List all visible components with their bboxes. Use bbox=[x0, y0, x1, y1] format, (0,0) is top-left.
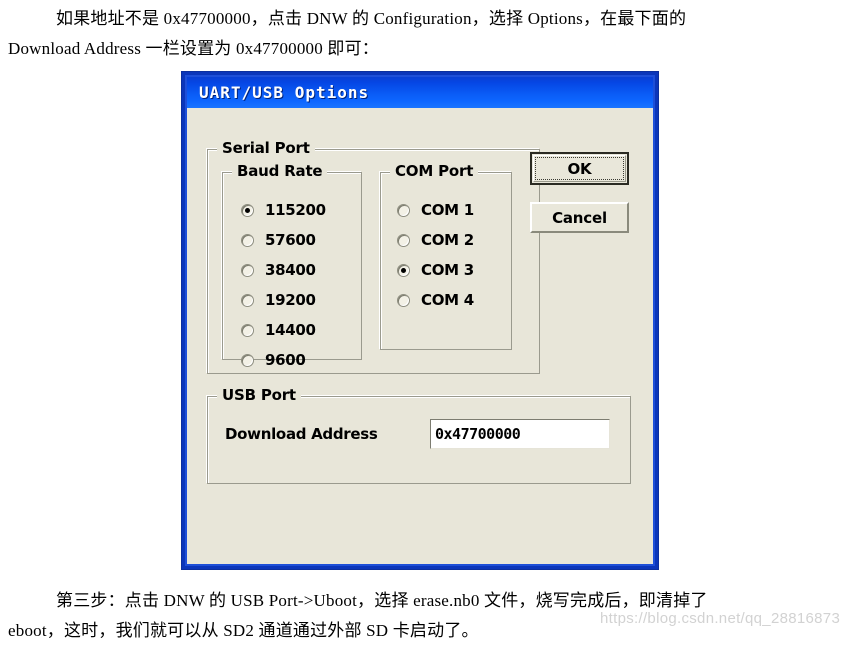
radio-baud-38400[interactable]: 38400 bbox=[241, 259, 316, 281]
paragraph-above-line-1: 如果地址不是 0x47700000，点击 DNW 的 Configuration… bbox=[56, 9, 687, 28]
radio-baud-115200[interactable]: 115200 bbox=[241, 199, 326, 221]
cancel-button-label: Cancel bbox=[552, 208, 607, 227]
radio-label: 9600 bbox=[265, 351, 306, 369]
baud-rate-group: Baud Rate 115200 57600 38400 19200 14400… bbox=[222, 162, 362, 369]
radio-label: COM 2 bbox=[421, 231, 474, 249]
radio-label: COM 1 bbox=[421, 201, 474, 219]
dialog-title: UART/USB Options bbox=[199, 83, 370, 102]
radio-indicator-icon bbox=[397, 293, 410, 307]
paragraph-above-dialog: 如果地址不是 0x47700000，点击 DNW 的 Configuration… bbox=[0, 4, 844, 64]
radio-com-2[interactable]: COM 2 bbox=[397, 229, 474, 251]
radio-indicator-icon bbox=[397, 263, 410, 277]
dialog-client-area: Serial Port Baud Rate 115200 57600 38400 bbox=[187, 108, 653, 564]
radio-indicator-icon bbox=[241, 263, 254, 277]
paragraph-above-line-2: Download Address 一栏设置为 0x47700000 即可： bbox=[8, 39, 379, 58]
cancel-button[interactable]: Cancel bbox=[530, 202, 629, 233]
radio-label: 115200 bbox=[265, 201, 326, 219]
usb-port-legend: USB Port bbox=[217, 386, 301, 404]
radio-label: COM 4 bbox=[421, 291, 474, 309]
radio-label: 19200 bbox=[265, 291, 316, 309]
com-port-legend: COM Port bbox=[390, 162, 479, 180]
radio-com-1[interactable]: COM 1 bbox=[397, 199, 474, 221]
csdn-watermark: https://blog.csdn.net/qq_28816873 bbox=[600, 610, 841, 627]
radio-label: 14400 bbox=[265, 321, 316, 339]
radio-indicator-icon bbox=[241, 323, 254, 337]
download-address-input[interactable]: 0x47700000 bbox=[430, 419, 610, 449]
radio-label: COM 3 bbox=[421, 261, 474, 279]
serial-port-legend: Serial Port bbox=[217, 139, 315, 157]
radio-indicator-icon bbox=[241, 233, 254, 247]
radio-label: 57600 bbox=[265, 231, 316, 249]
serial-port-group: Serial Port Baud Rate 115200 57600 38400 bbox=[207, 139, 540, 374]
radio-indicator-icon bbox=[241, 293, 254, 307]
radio-indicator-icon bbox=[397, 233, 410, 247]
radio-com-4[interactable]: COM 4 bbox=[397, 289, 474, 311]
com-port-group: COM Port COM 1 COM 2 COM 3 COM 4 bbox=[380, 162, 512, 350]
radio-baud-9600[interactable]: 9600 bbox=[241, 349, 306, 371]
usb-port-group: USB Port Download Address 0x47700000 bbox=[207, 386, 631, 484]
radio-indicator-icon bbox=[241, 353, 254, 367]
ok-button[interactable]: OK bbox=[530, 152, 629, 185]
radio-indicator-icon bbox=[397, 203, 410, 217]
baud-rate-legend: Baud Rate bbox=[232, 162, 328, 180]
radio-baud-19200[interactable]: 19200 bbox=[241, 289, 316, 311]
radio-indicator-icon bbox=[241, 203, 254, 217]
dialog-titlebar[interactable]: UART/USB Options bbox=[187, 77, 653, 108]
radio-label: 38400 bbox=[265, 261, 316, 279]
ok-button-face: OK bbox=[533, 155, 626, 182]
ok-button-label: OK bbox=[567, 159, 592, 178]
download-address-label: Download Address bbox=[225, 425, 378, 443]
radio-baud-14400[interactable]: 14400 bbox=[241, 319, 316, 341]
radio-baud-57600[interactable]: 57600 bbox=[241, 229, 316, 251]
radio-com-3[interactable]: COM 3 bbox=[397, 259, 474, 281]
uart-usb-options-dialog[interactable]: UART/USB Options Serial Port Baud Rate 1… bbox=[182, 72, 658, 569]
download-address-value: 0x47700000 bbox=[435, 425, 521, 443]
dialog-frame: UART/USB Options Serial Port Baud Rate 1… bbox=[185, 75, 655, 566]
